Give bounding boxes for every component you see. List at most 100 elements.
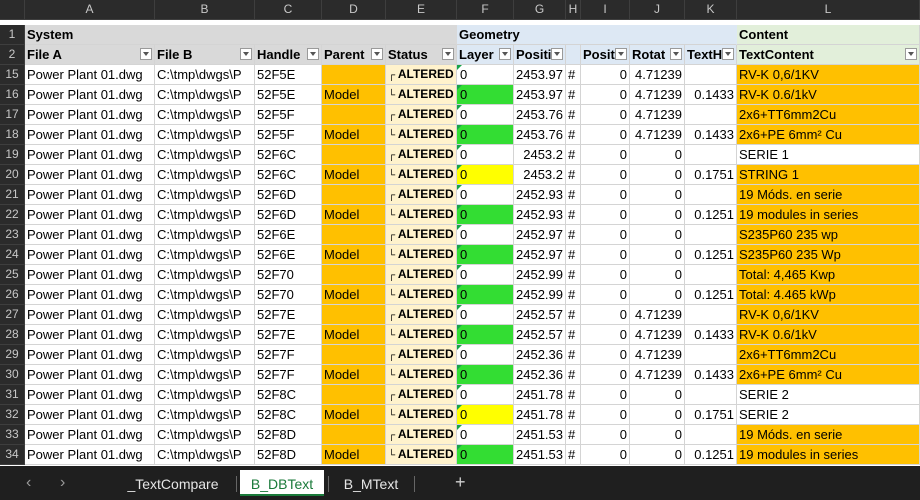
- col-header-b[interactable]: B: [155, 0, 255, 20]
- layer-cell[interactable]: 0: [457, 345, 514, 365]
- filter-dropdown-icon[interactable]: [371, 48, 383, 60]
- handle-cell[interactable]: 52F6D: [255, 185, 322, 205]
- file-a-cell[interactable]: Power Plant 01.dwg: [25, 105, 155, 125]
- parent-cell[interactable]: [322, 145, 386, 165]
- group-geometry[interactable]: Geometry: [457, 25, 737, 45]
- file-b-cell[interactable]: C:\tmp\dwgs\P: [155, 325, 255, 345]
- pos-h-cell[interactable]: #: [566, 65, 581, 85]
- rotation-cell[interactable]: 4.71239: [630, 125, 685, 145]
- text-content-cell[interactable]: 2x6+PE 6mm² Cu: [737, 365, 920, 385]
- rotation-cell[interactable]: 4.71239: [630, 325, 685, 345]
- file-a-cell[interactable]: Power Plant 01.dwg: [25, 125, 155, 145]
- layer-cell[interactable]: 0: [457, 305, 514, 325]
- parent-cell[interactable]: Model: [322, 85, 386, 105]
- status-cell[interactable]: └ ALTERED: [386, 205, 457, 225]
- col-header-d[interactable]: D: [322, 0, 386, 20]
- file-b-cell[interactable]: C:\tmp\dwgs\P: [155, 245, 255, 265]
- file-a-cell[interactable]: Power Plant 01.dwg: [25, 345, 155, 365]
- text-height-cell[interactable]: [685, 425, 737, 445]
- pos-h-cell[interactable]: #: [566, 345, 581, 365]
- filter-dropdown-icon[interactable]: [722, 48, 734, 60]
- handle-cell[interactable]: 52F5E: [255, 65, 322, 85]
- parent-cell[interactable]: [322, 105, 386, 125]
- filter-dropdown-icon[interactable]: [307, 48, 319, 60]
- pos-h-cell[interactable]: #: [566, 245, 581, 265]
- layer-cell[interactable]: 0: [457, 205, 514, 225]
- text-content-cell[interactable]: 19 modules in series: [737, 445, 920, 465]
- position-cell[interactable]: 2452.97: [514, 245, 566, 265]
- handle-cell[interactable]: 52F8D: [255, 425, 322, 445]
- layer-cell[interactable]: 0: [457, 405, 514, 425]
- position-cell[interactable]: 2451.78: [514, 385, 566, 405]
- header-position[interactable]: Positi: [514, 45, 566, 65]
- file-a-cell[interactable]: Power Plant 01.dwg: [25, 425, 155, 445]
- position-cell[interactable]: 2453.2: [514, 145, 566, 165]
- handle-cell[interactable]: 52F8C: [255, 405, 322, 425]
- parent-cell[interactable]: [322, 425, 386, 445]
- filter-dropdown-icon[interactable]: [551, 48, 563, 60]
- text-content-cell[interactable]: 19 modules in series: [737, 205, 920, 225]
- handle-cell[interactable]: 52F7E: [255, 325, 322, 345]
- header-file-a[interactable]: File A: [25, 45, 155, 65]
- col-header-k[interactable]: K: [685, 0, 737, 20]
- filter-dropdown-icon[interactable]: [240, 48, 252, 60]
- status-cell[interactable]: ┌ ALTERED: [386, 145, 457, 165]
- col-header-e[interactable]: E: [386, 0, 457, 20]
- layer-cell[interactable]: 0: [457, 365, 514, 385]
- file-a-cell[interactable]: Power Plant 01.dwg: [25, 365, 155, 385]
- status-cell[interactable]: ┌ ALTERED: [386, 425, 457, 445]
- pos2-cell[interactable]: 0: [581, 365, 630, 385]
- pos2-cell[interactable]: 0: [581, 265, 630, 285]
- text-height-cell[interactable]: 0.1251: [685, 205, 737, 225]
- pos2-cell[interactable]: 0: [581, 445, 630, 465]
- position-cell[interactable]: 2452.36: [514, 345, 566, 365]
- rotation-cell[interactable]: 0: [630, 185, 685, 205]
- text-height-cell[interactable]: 0.1433: [685, 125, 737, 145]
- pos-h-cell[interactable]: #: [566, 225, 581, 245]
- col-header-j[interactable]: J: [630, 0, 685, 20]
- layer-cell[interactable]: 0: [457, 225, 514, 245]
- pos-h-cell[interactable]: #: [566, 265, 581, 285]
- row-header[interactable]: 24: [0, 245, 25, 265]
- text-height-cell[interactable]: [685, 185, 737, 205]
- status-cell[interactable]: └ ALTERED: [386, 285, 457, 305]
- status-cell[interactable]: └ ALTERED: [386, 325, 457, 345]
- handle-cell[interactable]: 52F5E: [255, 85, 322, 105]
- layer-cell[interactable]: 0: [457, 105, 514, 125]
- row-header[interactable]: 18: [0, 125, 25, 145]
- text-content-cell[interactable]: RV-K 0.6/1kV: [737, 325, 920, 345]
- layer-cell[interactable]: 0: [457, 285, 514, 305]
- file-b-cell[interactable]: C:\tmp\dwgs\P: [155, 385, 255, 405]
- file-a-cell[interactable]: Power Plant 01.dwg: [25, 65, 155, 85]
- text-content-cell[interactable]: 2x6+TT6mm2Cu: [737, 105, 920, 125]
- pos-h-cell[interactable]: #: [566, 185, 581, 205]
- rotation-cell[interactable]: 0: [630, 445, 685, 465]
- next-sheet-icon[interactable]: ›: [60, 474, 65, 492]
- pos2-cell[interactable]: 0: [581, 345, 630, 365]
- file-a-cell[interactable]: Power Plant 01.dwg: [25, 285, 155, 305]
- file-b-cell[interactable]: C:\tmp\dwgs\P: [155, 285, 255, 305]
- row-header[interactable]: 22: [0, 205, 25, 225]
- header-pos-h[interactable]: [566, 45, 581, 65]
- text-height-cell[interactable]: [685, 65, 737, 85]
- position-cell[interactable]: 2452.99: [514, 265, 566, 285]
- rotation-cell[interactable]: 0: [630, 205, 685, 225]
- text-content-cell[interactable]: 2x6+PE 6mm² Cu: [737, 125, 920, 145]
- text-height-cell[interactable]: [685, 225, 737, 245]
- row-header[interactable]: 16: [0, 85, 25, 105]
- pos-h-cell[interactable]: #: [566, 145, 581, 165]
- handle-cell[interactable]: 52F7F: [255, 365, 322, 385]
- rotation-cell[interactable]: 0: [630, 265, 685, 285]
- rotation-cell[interactable]: 0: [630, 285, 685, 305]
- select-all-corner[interactable]: [0, 0, 25, 20]
- file-b-cell[interactable]: C:\tmp\dwgs\P: [155, 265, 255, 285]
- layer-cell[interactable]: 0: [457, 185, 514, 205]
- file-a-cell[interactable]: Power Plant 01.dwg: [25, 385, 155, 405]
- text-content-cell[interactable]: 2x6+TT6mm2Cu: [737, 345, 920, 365]
- row-header[interactable]: 17: [0, 105, 25, 125]
- position-cell[interactable]: 2453.97: [514, 85, 566, 105]
- col-header-f[interactable]: F: [457, 0, 514, 20]
- file-a-cell[interactable]: Power Plant 01.dwg: [25, 165, 155, 185]
- pos2-cell[interactable]: 0: [581, 245, 630, 265]
- rotation-cell[interactable]: 4.71239: [630, 105, 685, 125]
